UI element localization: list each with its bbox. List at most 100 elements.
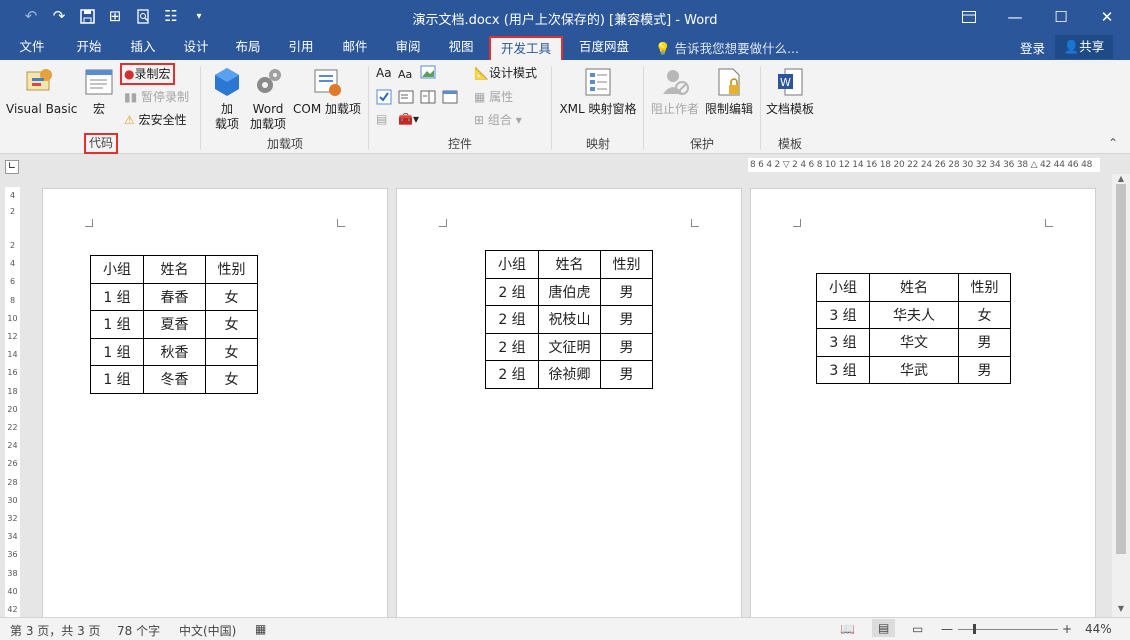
maximize-icon[interactable]: ☐ — [1038, 0, 1084, 34]
table-cell[interactable]: 2 组 — [485, 305, 539, 334]
scrollbar-thumb[interactable] — [1116, 184, 1126, 554]
date-picker-control-icon[interactable] — [442, 89, 458, 109]
tab-references[interactable]: 引用 — [286, 36, 316, 60]
table-cell[interactable]: 夏香 — [143, 310, 206, 339]
table-cell[interactable]: 男 — [958, 355, 1011, 384]
table-cell[interactable]: 华文 — [869, 328, 959, 357]
tab-baidu-netdisk[interactable]: 百度网盘 — [576, 36, 632, 60]
building-block-control-icon[interactable]: ▤ — [376, 112, 387, 127]
table-cell[interactable]: 女 — [205, 310, 258, 339]
table-cell[interactable]: 性别 — [205, 255, 258, 284]
record-macro-button[interactable]: ●录制宏 — [120, 63, 175, 85]
xml-mapping-pane-button[interactable]: XML 映射窗格 — [556, 66, 640, 117]
plain-text-control-icon[interactable]: Aa — [398, 67, 412, 82]
tab-file[interactable]: 文件 — [18, 36, 46, 60]
table-cell[interactable]: 1 组 — [90, 337, 144, 366]
checkbox-control-icon[interactable] — [376, 89, 392, 109]
scroll-down-icon[interactable]: ▼ — [1112, 604, 1130, 613]
tab-view[interactable]: 视图 — [446, 36, 476, 60]
table-cell[interactable]: 2 组 — [485, 332, 539, 361]
tab-review[interactable]: 审阅 — [393, 36, 423, 60]
table-cell[interactable]: 1 组 — [90, 365, 144, 394]
table-cell[interactable]: 男 — [600, 277, 653, 306]
vertical-scrollbar[interactable]: ▲ ▼ — [1112, 174, 1130, 617]
table-cell[interactable]: 女 — [205, 282, 258, 311]
zoom-in-icon[interactable]: + — [1062, 622, 1072, 636]
table-cell[interactable]: 祝枝山 — [538, 305, 601, 334]
table-cell[interactable]: 3 组 — [816, 328, 870, 357]
table-cell[interactable]: 性别 — [600, 250, 653, 279]
table-cell[interactable]: 华夫人 — [869, 300, 959, 329]
tab-selector-icon[interactable]: ∟ — [5, 160, 19, 174]
table-cell[interactable]: 女 — [205, 365, 258, 394]
macro-record-status-icon[interactable]: ▦ — [255, 622, 266, 636]
table-cell[interactable]: 男 — [600, 305, 653, 334]
rich-text-control-icon[interactable]: Aa — [376, 66, 392, 81]
table-cell[interactable]: 性别 — [958, 273, 1011, 302]
collapse-ribbon-icon[interactable]: ⌃ — [1108, 136, 1118, 151]
document-area[interactable]: 小组 姓名 性别 1 组春香女 1 组夏香女 1 组秋香女 1 组冬香女 小组 姓名 性别 2 组… — [22, 174, 1112, 617]
table-cell[interactable]: 男 — [958, 328, 1011, 357]
restrict-editing-button[interactable]: 限制编辑 — [703, 66, 755, 117]
page-count-status[interactable]: 第 3 页，共 3 页 — [10, 622, 101, 639]
table-cell[interactable]: 文征明 — [538, 332, 601, 361]
zoom-level[interactable]: 44% — [1085, 622, 1112, 636]
table-cell[interactable]: 3 组 — [816, 300, 870, 329]
word-addins-button[interactable]: Word 加载项 — [248, 66, 288, 132]
scroll-up-icon[interactable]: ▲ — [1112, 174, 1130, 183]
table-cell[interactable]: 小组 — [816, 273, 870, 302]
table-cell[interactable]: 姓名 — [869, 273, 959, 302]
table-cell[interactable]: 2 组 — [485, 277, 539, 306]
document-template-button[interactable]: W 文档模板 — [764, 66, 816, 117]
table-cell[interactable]: 女 — [958, 300, 1011, 329]
close-icon[interactable]: ✕ — [1084, 0, 1130, 34]
visual-basic-button[interactable]: Visual Basic — [6, 66, 77, 117]
com-addins-button[interactable]: COM 加载项 — [290, 66, 364, 117]
page-1[interactable]: 小组 姓名 性别 1 组春香女 1 组夏香女 1 组秋香女 1 组冬香女 — [42, 188, 388, 617]
zoom-slider-thumb[interactable] — [973, 624, 976, 634]
table-cell[interactable]: 冬香 — [143, 365, 206, 394]
design-mode-button[interactable]: 📐设计模式 — [474, 66, 537, 81]
web-layout-icon[interactable]: ▭ — [912, 622, 923, 636]
page-3[interactable]: 小组 姓名 性别 3 组华夫人女 3 组华文男 3 组华武男 — [750, 188, 1096, 617]
read-mode-icon[interactable]: 📖 — [840, 622, 855, 636]
table-cell[interactable]: 3 组 — [816, 355, 870, 384]
group-button[interactable]: ⊞ 组合 ▾ — [474, 113, 522, 128]
pause-recording-button[interactable]: ▮▮ 暂停录制 — [124, 90, 189, 105]
zoom-out-icon[interactable]: — — [941, 622, 953, 636]
tab-design[interactable]: 设计 — [181, 36, 211, 60]
horizontal-ruler[interactable]: 8 6 4 2 ▽ 2 4 6 8 10 12 14 16 18 20 22 2… — [748, 158, 1100, 172]
share-button[interactable]: 👤共享 — [1055, 35, 1113, 59]
ribbon-display-options-icon[interactable] — [946, 0, 992, 34]
block-authors-button[interactable]: 阻止作者 — [648, 66, 702, 117]
minimize-icon[interactable]: — — [992, 0, 1038, 34]
print-layout-icon[interactable]: ▤ — [872, 619, 896, 637]
tab-insert[interactable]: 插入 — [128, 36, 158, 60]
table-cell[interactable]: 徐祯卿 — [538, 360, 601, 389]
table-cell[interactable]: 2 组 — [485, 360, 539, 389]
properties-button[interactable]: ▦ 属性 — [474, 90, 513, 105]
macros-button[interactable]: 宏 — [80, 66, 118, 117]
page-2[interactable]: 小组 姓名 性别 2 组唐伯虎男 2 组祝枝山男 2 组文征明男 2 组徐祯卿男 — [396, 188, 742, 617]
language-status[interactable]: 中文(中国) — [179, 622, 236, 639]
table-cell[interactable]: 男 — [600, 360, 653, 389]
legacy-tools-icon[interactable]: 🧰▾ — [398, 112, 419, 127]
table-cell[interactable]: 女 — [205, 337, 258, 366]
table-cell[interactable]: 姓名 — [143, 255, 206, 284]
combo-box-control-icon[interactable] — [398, 89, 414, 109]
dropdown-control-icon[interactable] — [420, 89, 436, 109]
table-cell[interactable]: 1 组 — [90, 310, 144, 339]
word-count-status[interactable]: 78 个字 — [117, 622, 160, 639]
macro-security-button[interactable]: ⚠ 宏安全性 — [124, 113, 187, 128]
table-cell[interactable]: 男 — [600, 332, 653, 361]
tell-me-box[interactable]: 💡 告诉我您想要做什么... — [655, 38, 799, 57]
tab-developer[interactable]: 开发工具 — [489, 36, 563, 60]
table-cell[interactable]: 小组 — [485, 250, 539, 279]
table-cell[interactable]: 小组 — [90, 255, 144, 284]
table-cell[interactable]: 姓名 — [538, 250, 601, 279]
tab-layout[interactable]: 布局 — [233, 36, 263, 60]
vertical-ruler[interactable]: 4 2 2 4 6 8 10 12 14 16 18 20 22 24 26 28 30 32 34 36 38 40 42 — [5, 187, 20, 617]
table-cell[interactable]: 1 组 — [90, 282, 144, 311]
table-cell[interactable]: 秋香 — [143, 337, 206, 366]
table-cell[interactable]: 华武 — [869, 355, 959, 384]
